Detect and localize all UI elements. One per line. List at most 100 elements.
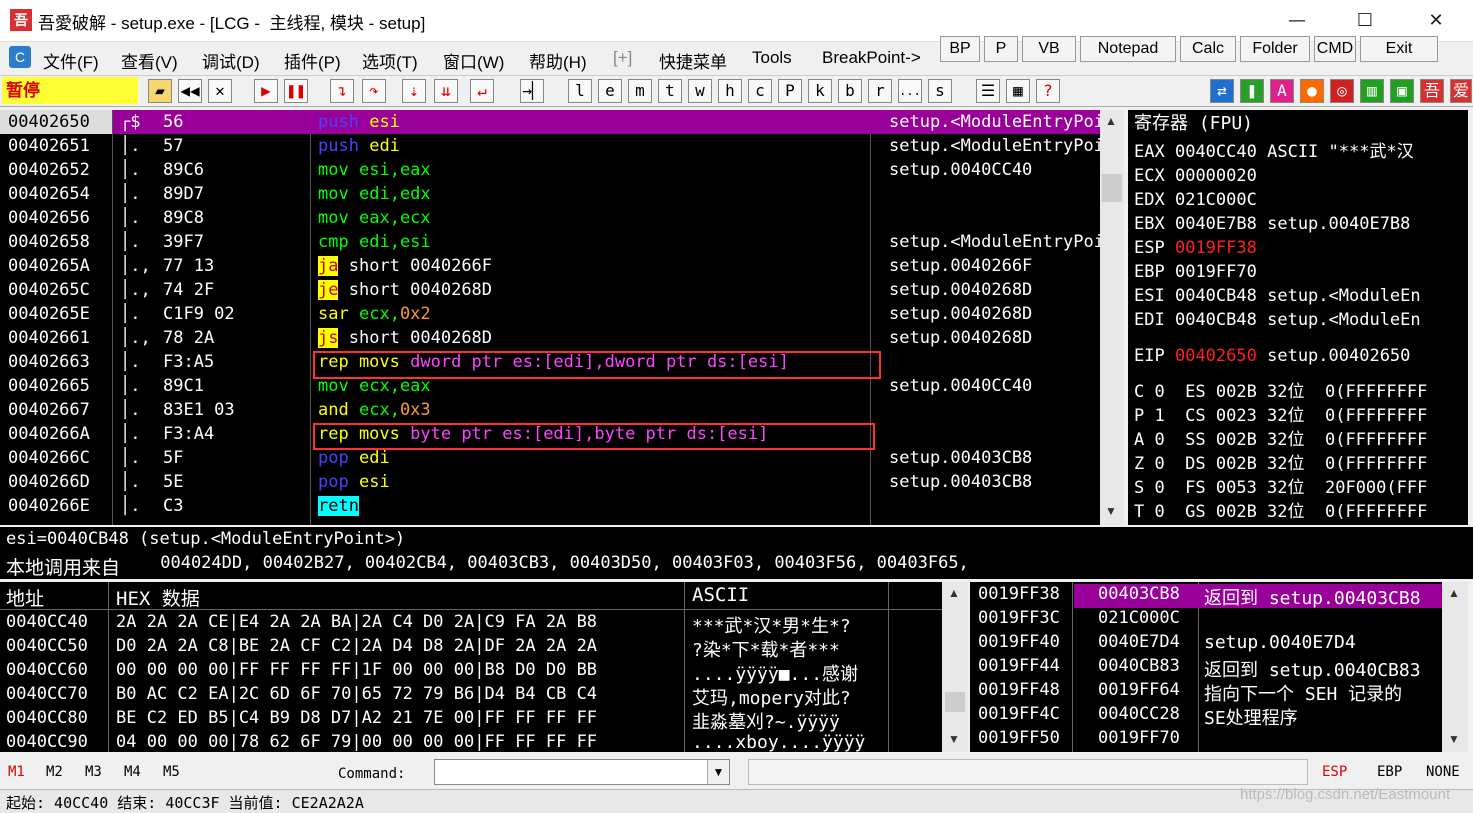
tab-m4[interactable]: M4 [124,764,141,780]
register-edx[interactable]: EDX 021C000C [1134,188,1267,212]
disasm-row[interactable]: 0040266D │. 5E pop esi setup.00403CB8 [0,470,1100,494]
disasm-row[interactable]: 0040265C │., 74 2F je short 0040268D setup.0… [0,278,1100,302]
dump-ascii[interactable]: 艾玛,mopery对此? [692,684,887,710]
user-button-cmd[interactable]: CMD [1314,36,1356,62]
restart-icon[interactable]: ◀◀ [178,79,202,103]
stack-scroll-up-icon[interactable]: ▲ [1448,586,1460,600]
stack-value[interactable]: 0040E7D4 [1098,632,1180,652]
plugin-bars-icon[interactable]: ▥ [1360,79,1384,103]
window-button-11[interactable]: ... [898,79,922,103]
command-input[interactable]: ▼ [434,759,730,785]
stack-address[interactable]: 0019FF48 [978,680,1060,700]
disasm-row[interactable]: 00402658 │. 39F7 cmp edi,esi setup.<ModuleEn… [0,230,1101,254]
user-button-notepad[interactable]: Notepad [1080,36,1176,62]
menu-help[interactable]: 帮助(H) [529,48,587,73]
user-button-vb[interactable]: VB [1022,36,1076,62]
dump-ascii[interactable]: 韭淼墓刈?~.ÿÿÿÿ [692,708,887,734]
menu-breakpoint[interactable]: BreakPoint-> [822,48,930,68]
register-ebp[interactable]: EBP 0019FF70 [1134,260,1267,284]
stack-scrollbar[interactable]: ▲ ▼ [1442,582,1468,752]
dump-hex[interactable]: BE C2 ED B5|C4 B9 D8 D7|A2 21 7E 00|FF F… [116,708,597,728]
stack-value[interactable]: 0019FF70 [1098,728,1180,748]
plugin-record-icon[interactable]: ● [1300,79,1324,103]
stack-value[interactable]: 021C000C [1098,608,1180,628]
window-button-3[interactable]: t [658,79,682,103]
stack-address[interactable]: 0019FF4C [978,704,1060,724]
dump-ascii[interactable]: ....xboy....ÿÿÿÿ [692,732,887,753]
flag-segment-line[interactable]: S 0 FS 0053 32位 20F000(FFF [1134,476,1427,500]
dump-ascii[interactable]: ***武*汉*男*生*? [692,612,887,638]
window-button-2[interactable]: m [628,79,652,103]
dump-hex[interactable]: D0 2A 2A C8|BE 2A CF C2|2A D4 D8 2A|DF 2… [116,636,597,656]
menu-plus[interactable]: [+] [613,48,632,68]
window-button-10[interactable]: r [868,79,892,103]
window-button-5[interactable]: h [718,79,742,103]
register-edi[interactable]: EDI 0040CB48 setup.<ModuleEn [1134,308,1421,332]
register-esp[interactable]: ESP 0019FF38 [1134,236,1267,260]
tab-m3[interactable]: M3 [85,764,102,780]
user-button-bp[interactable]: BP [940,36,980,62]
disasm-row[interactable]: 0040265E │. C1F9 02 sar ecx,0x2 setup.004026… [0,302,1100,326]
execute-till-return-icon[interactable]: ↵ [470,79,494,103]
stack-follow-esp[interactable]: ESP [1322,764,1347,780]
dump-address[interactable]: 0040CC90 [6,732,88,752]
cpu-icon[interactable]: C [9,46,31,68]
window-button-9[interactable]: b [838,79,862,103]
dump-address[interactable]: 0040CC60 [6,660,88,680]
menu-plugins[interactable]: 插件(P) [284,48,341,73]
disasm-row[interactable]: 0040266E │. C3 retn [0,494,1100,518]
user-button-folder[interactable]: Folder [1240,36,1310,62]
disasm-row[interactable]: 00402656 │. 89C8 mov eax,ecx [0,206,1100,230]
menu-tools[interactable]: Tools [752,48,792,68]
window-button-6[interactable]: c [748,79,772,103]
disasm-row[interactable]: 00402667 │. 83E1 03 and ecx,0x3 [0,398,1100,422]
dump-address[interactable]: 0040CC50 [6,636,88,656]
tab-m5[interactable]: M5 [163,764,180,780]
disassembly-pane[interactable]: 00402650 ┌$ 56 push esi setup.<ModuleEntryPo… [0,110,1101,525]
dump-scrollbar[interactable]: ▲ ▼ [942,582,968,752]
stack-address[interactable]: 0019FF38 [978,584,1060,604]
register-eip[interactable]: EIP 00402650 setup.00402650 [1134,344,1410,368]
list-icon[interactable]: ☰ [976,79,1000,103]
user-button-exit[interactable]: Exit [1360,36,1438,62]
help-icon[interactable]: ? [1036,79,1060,103]
maximize-button[interactable]: ☐ [1350,8,1380,34]
chevron-down-icon[interactable]: ▼ [707,760,729,784]
stack-address[interactable]: 0019FF40 [978,632,1060,652]
disasm-row[interactable]: 00402652 │. 89C6 mov esi,eax setup.0040CC40 [0,158,1100,182]
flag-segment-line[interactable]: C 0 ES 002B 32位 0(FFFFFFFF [1134,380,1427,404]
disasm-row[interactable]: 00402661 │., 78 2A js short 0040268D setup.0… [0,326,1100,350]
register-ecx[interactable]: ECX 00000020 [1134,164,1267,188]
menu-options[interactable]: 选项(T) [362,48,418,73]
plugin-pause-icon[interactable]: ❚ [1240,79,1264,103]
flag-segment-line[interactable]: D 0 [1134,524,1165,525]
grid-icon[interactable]: ▦ [1006,79,1030,103]
pause-icon[interactable]: ❚❚ [284,79,308,103]
menu-file[interactable]: 文件(F) [43,48,99,73]
window-button-1[interactable]: e [598,79,622,103]
registers-pane[interactable]: 寄存器 (FPU) EAX 0040CC40 ASCII "***武*汉 ECX … [1128,110,1468,525]
plugin-refresh-icon[interactable]: ⇄ [1210,79,1234,103]
plugin-a-icon[interactable]: A [1270,79,1294,103]
stack-value[interactable]: 0019FF64 [1098,680,1180,700]
menu-view[interactable]: 查看(V) [121,48,178,73]
menu-shortcuts[interactable]: 快捷菜单 [659,48,727,73]
tab-m1[interactable]: M1 [8,764,25,780]
dump-ascii[interactable]: ?染*下*载*者*** [692,636,887,662]
step-over-icon[interactable]: ↷ [362,79,386,103]
disasm-row[interactable]: 00402654 │. 89D7 mov edi,edx [0,182,1100,206]
trace-over-icon[interactable]: ⇊ [434,79,458,103]
disassembly-scrollbar[interactable]: ▲ ▼ [1100,110,1124,525]
dump-scroll-up-icon[interactable]: ▲ [948,586,960,600]
disasm-row[interactable]: 00402650 ┌$ 56 push esi setup.<ModuleEntryPo… [0,110,1101,134]
dump-hex[interactable]: 00 00 00 00|FF FF FF FF|1F 00 00 00|B8 D… [116,660,597,680]
disasm-row[interactable]: 00402651 │. 57 push edi setup.<ModuleEntryPo… [0,134,1101,158]
tab-m2[interactable]: M2 [46,764,63,780]
close-debug-icon[interactable]: ✕ [208,79,232,103]
user-button-p[interactable]: P [984,36,1018,62]
window-button-7[interactable]: P [778,79,802,103]
window-button-4[interactable]: w [688,79,712,103]
plugin-window-icon[interactable]: ▣ [1390,79,1414,103]
register-esi[interactable]: ESI 0040CB48 setup.<ModuleEn [1134,284,1421,308]
window-button-12[interactable]: s [928,79,952,103]
